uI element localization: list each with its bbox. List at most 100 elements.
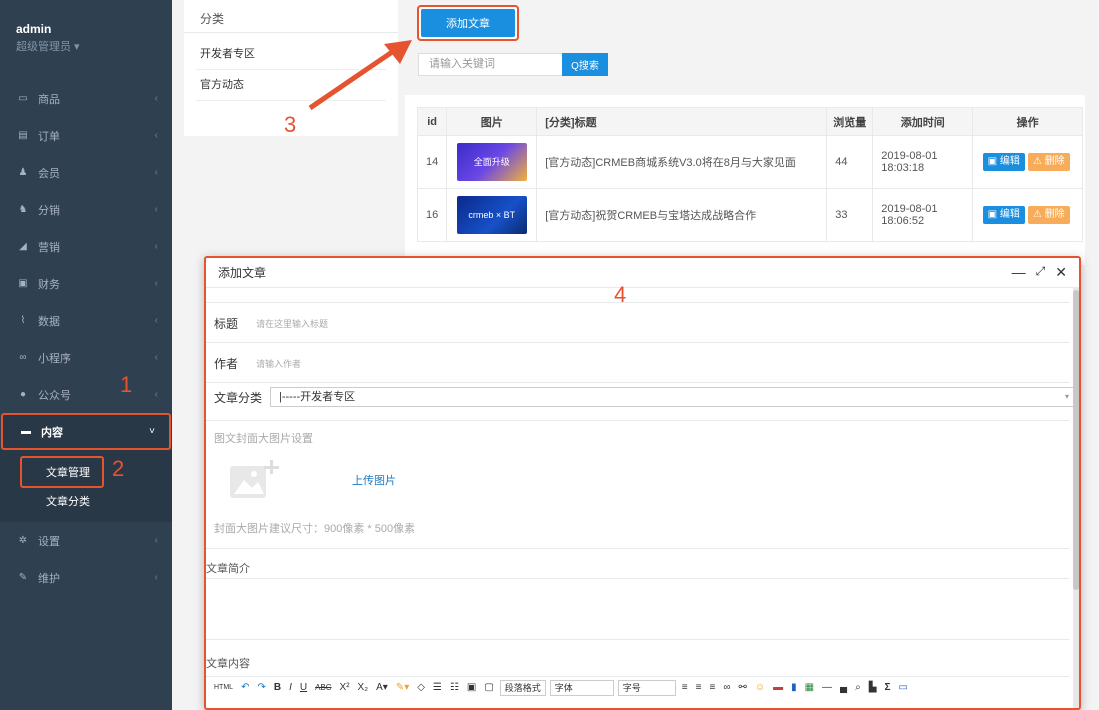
modal-header: 添加文章 — ⤢ ✕ xyxy=(206,258,1079,288)
sidebar-item-finance[interactable]: ▣ 财务 ‹ xyxy=(0,265,172,302)
title-input[interactable]: 请在这里输入标题 xyxy=(256,317,328,330)
paste-icon[interactable]: ▢ xyxy=(482,682,495,693)
delete-label: 删除 xyxy=(1044,209,1065,220)
html-icon[interactable]: HTML xyxy=(212,684,235,691)
italic-icon[interactable]: I xyxy=(287,682,294,693)
video-icon[interactable]: ▮ xyxy=(789,682,799,693)
sidebar-item-marketing[interactable]: ◢ 营销 ‹ xyxy=(0,228,172,265)
close-icon[interactable]: ✕ xyxy=(1055,264,1067,281)
column-header: id xyxy=(416,107,448,136)
summary-textarea[interactable] xyxy=(206,578,1069,640)
author-input[interactable]: 请输入作者 xyxy=(256,357,301,370)
editor-toolbar: HTML ↶ ↷ B I U ABC X² X₂ A▾ ✎▾ ◇ ☰ ☷ ▣ ▢… xyxy=(206,676,1069,698)
divider xyxy=(206,420,1069,421)
formula-icon[interactable]: Σ xyxy=(882,682,892,693)
font-size-select[interactable]: 字号 xyxy=(617,679,676,696)
image-placeholder-icon[interactable] xyxy=(228,458,284,502)
edit-icon: ▣ xyxy=(987,156,998,167)
blockquote-icon[interactable]: ▣ xyxy=(465,682,478,693)
sidebar-item-miniprogram[interactable]: ∞ 小程序 ‹ xyxy=(0,339,172,376)
highlight-icon[interactable]: ✎▾ xyxy=(394,682,411,693)
edit-button[interactable]: ▣ 编辑 xyxy=(982,206,1025,224)
link-icon[interactable]: ∞ xyxy=(721,682,732,693)
row-actions: ▣ 编辑 ⚠ 删除 xyxy=(972,135,1083,189)
emoji-icon[interactable]: ☺ xyxy=(753,682,767,693)
cover-section-label: 图文封面大图片设置 xyxy=(214,433,313,445)
sidebar-item-data[interactable]: ⌇ 数据 ‹ xyxy=(0,302,172,339)
print-icon[interactable]: ▄ xyxy=(838,682,849,693)
map-icon[interactable]: ▦ xyxy=(803,682,816,693)
sidebar-subitem-article-manage[interactable]: 文章管理 xyxy=(20,456,104,488)
align-center-icon[interactable]: ≡ xyxy=(694,682,704,693)
username: admin xyxy=(16,22,52,36)
paragraph-format-select[interactable]: 段落格式 xyxy=(499,679,546,696)
book-icon: ▬ xyxy=(21,426,31,437)
sidebar-item-label: 小程序 xyxy=(38,352,71,365)
image-icon[interactable]: ▬ xyxy=(771,682,785,693)
add-article-button[interactable]: 添加文章 xyxy=(417,5,519,41)
subscript-icon[interactable]: X₂ xyxy=(356,682,371,693)
scrollbar-thumb[interactable] xyxy=(1073,290,1079,590)
unordered-list-icon[interactable]: ☷ xyxy=(448,682,461,693)
font-family-select[interactable]: 字体 xyxy=(549,679,614,696)
template-icon[interactable]: ▙ xyxy=(867,682,879,693)
user-role-dropdown[interactable]: 超级管理员 ▾ xyxy=(16,38,156,54)
send-icon: ◢ xyxy=(19,241,27,252)
sidebar-item-wechat[interactable]: ● 公众号 ‹ xyxy=(0,376,172,413)
table-row: 16 crmeb × BT [官方动态]祝贺CRMEB与宝塔达成战略合作 33 … xyxy=(416,188,1083,242)
font-color-icon[interactable]: A▾ xyxy=(374,682,390,693)
row-date: 2019-08-01 xyxy=(881,203,938,215)
sidebar-item-label: 设置 xyxy=(38,535,60,548)
eraser-icon[interactable]: ◇ xyxy=(415,682,427,693)
edit-label: 编辑 xyxy=(999,156,1020,167)
delete-button[interactable]: ⚠ 删除 xyxy=(1027,153,1070,171)
sidebar-item-label: 会员 xyxy=(38,167,60,180)
ordered-list-icon[interactable]: ☰ xyxy=(431,682,444,693)
unlink-icon[interactable]: ⚯ xyxy=(736,682,748,693)
underline-icon[interactable]: U xyxy=(298,682,309,693)
add-article-modal: 添加文章 — ⤢ ✕ 4 标题 请在这里输入标题 作者 请输入作者 文章分类 |… xyxy=(204,256,1081,710)
search-input[interactable]: 请输入关键词 xyxy=(418,53,563,76)
category-label: 文章分类 xyxy=(214,390,263,405)
superscript-icon[interactable]: X² xyxy=(338,682,352,693)
sidebar-item-members[interactable]: ♟ 会员 ‹ xyxy=(0,154,172,191)
bold-icon[interactable]: B xyxy=(272,682,283,693)
horizontal-rule-icon[interactable]: — xyxy=(820,682,834,693)
upload-image-link[interactable]: 上传图片 xyxy=(352,472,396,488)
edit-button[interactable]: ▣ 编辑 xyxy=(982,153,1025,171)
sidebar-item-maintenance[interactable]: ✎ 维护 ‹ xyxy=(0,559,172,596)
chevron-down-icon: ˅ xyxy=(149,426,155,437)
redo-icon[interactable]: ↷ xyxy=(255,682,267,693)
row-thumbnail[interactable]: crmeb × BT xyxy=(446,188,538,242)
chevron-left-icon: ‹ xyxy=(154,352,158,363)
profile[interactable]: admin 超级管理员 ▾ xyxy=(0,0,172,64)
undo-icon[interactable]: ↶ xyxy=(239,682,251,693)
row-date: 2019-08-01 xyxy=(881,150,938,162)
modal-scrollbar[interactable] xyxy=(1073,288,1079,708)
modal-title: 添加文章 xyxy=(218,266,267,280)
users-icon: ♞ xyxy=(18,204,28,215)
align-right-icon[interactable]: ≡ xyxy=(707,682,717,693)
preview-icon[interactable]: ▭ xyxy=(896,682,909,693)
row-title[interactable]: [官方动态]祝贺CRMEB与宝塔达成战略合作 xyxy=(536,188,828,242)
edit-label: 编辑 xyxy=(999,209,1020,220)
minimize-icon[interactable]: — xyxy=(1012,264,1026,281)
search-button[interactable]: Q搜索 xyxy=(562,53,608,76)
align-left-icon[interactable]: ≡ xyxy=(680,682,690,693)
search-replace-icon[interactable]: ⌕ xyxy=(853,682,863,693)
author-label: 作者 xyxy=(214,356,239,371)
sidebar-item-settings[interactable]: ✲ 设置 ‹ xyxy=(0,522,172,559)
table-row: 14 全面升级 [官方动态]CRMEB商城系统V3.0将在8月与大家见面 44 … xyxy=(416,135,1083,189)
sidebar-item-content[interactable]: ▬ 内容 ˅ xyxy=(1,413,171,450)
category-select[interactable]: |-----开发者专区 ▾ xyxy=(270,387,1076,407)
sidebar-item-distribution[interactable]: ♞ 分销 ‹ xyxy=(0,191,172,228)
maximize-icon[interactable]: ⤢ xyxy=(1036,264,1046,281)
row-thumbnail[interactable]: 全面升级 xyxy=(446,135,538,189)
strikethrough-icon[interactable]: ABC xyxy=(313,683,333,692)
money-icon: ▣ xyxy=(18,278,28,289)
sidebar-item-goods[interactable]: ▭ 商品 ‹ xyxy=(0,80,172,117)
sidebar-item-orders[interactable]: ▤ 订单 ‹ xyxy=(0,117,172,154)
delete-button[interactable]: ⚠ 删除 xyxy=(1027,206,1070,224)
row-title[interactable]: [官方动态]CRMEB商城系统V3.0将在8月与大家见面 xyxy=(536,135,828,189)
sidebar-subitem-article-category[interactable]: 文章分类 xyxy=(0,488,172,514)
